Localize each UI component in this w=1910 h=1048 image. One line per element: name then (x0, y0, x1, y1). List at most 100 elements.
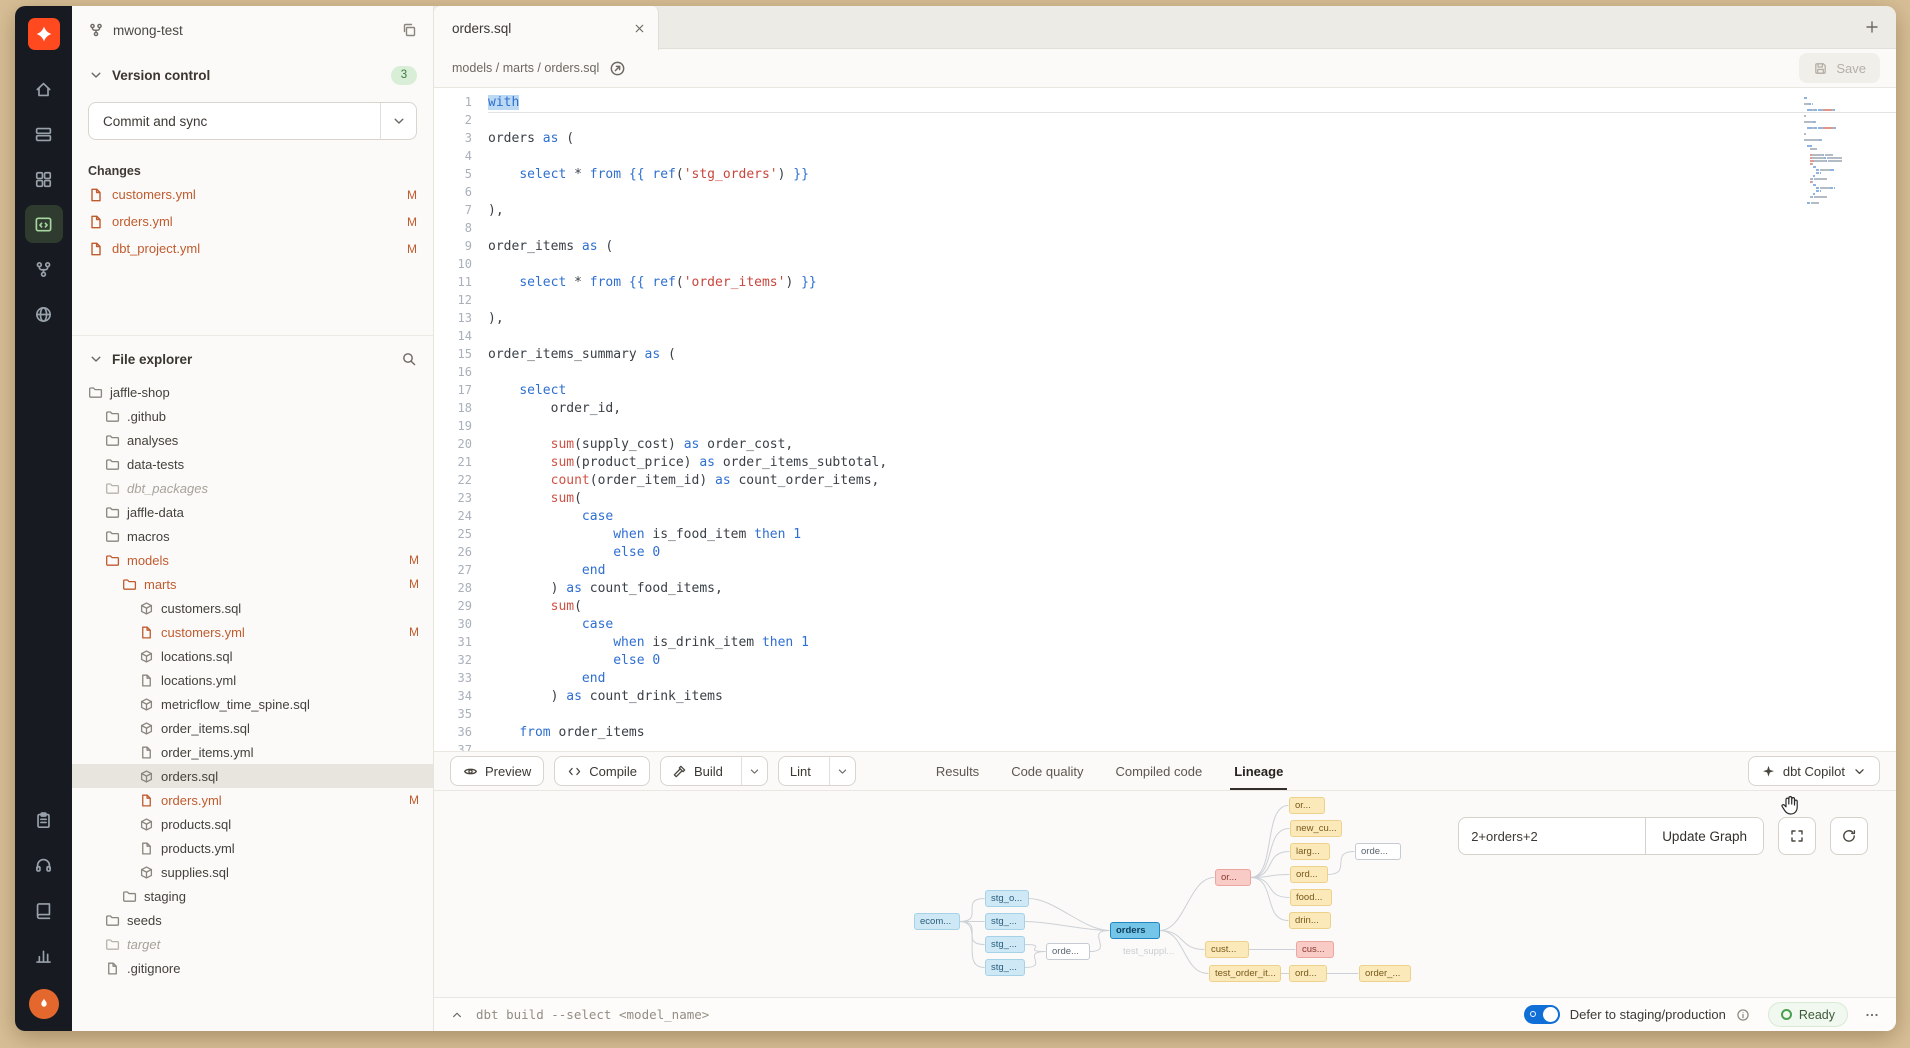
tree-item-models[interactable]: models M (72, 548, 433, 572)
tree-item-staging[interactable]: staging (72, 884, 433, 908)
code-line[interactable] (488, 743, 1896, 751)
command-input[interactable]: dbt build --select <model_name> (476, 1007, 709, 1022)
code-line[interactable] (488, 329, 1896, 347)
code-line[interactable] (488, 113, 1896, 131)
tab-orders-sql[interactable]: orders.sql (434, 6, 659, 50)
code-line[interactable] (488, 707, 1896, 725)
lineage-selector-input[interactable] (1459, 818, 1645, 854)
code-line[interactable]: when is_drink_item then 1 (488, 635, 1896, 653)
lint-button[interactable]: Lint (778, 756, 856, 786)
code-line[interactable] (488, 257, 1896, 275)
lineage-node[interactable]: orde... (1046, 943, 1090, 960)
close-icon[interactable] (633, 22, 646, 35)
code-line[interactable]: select * from {{ ref('order_items') }} (488, 275, 1896, 293)
code-line[interactable]: order_items as ( (488, 239, 1896, 257)
changed-file-row[interactable]: customers.yml M (88, 184, 417, 205)
code-line[interactable]: ), (488, 203, 1896, 221)
code-line[interactable]: case (488, 617, 1896, 635)
lineage-node[interactable]: ord... (1290, 866, 1328, 883)
panel-tab-results[interactable]: Results (920, 752, 995, 790)
lineage-node[interactable]: cust... (1205, 941, 1249, 958)
tree-item-supplies-sql[interactable]: supplies.sql (72, 860, 433, 884)
minimap[interactable] (1804, 97, 1880, 208)
compile-button[interactable]: Compile (554, 756, 650, 786)
lineage-node[interactable]: or... (1215, 869, 1251, 886)
code-line[interactable]: end (488, 671, 1896, 689)
tree-item-jaffle-shop[interactable]: jaffle-shop (72, 380, 433, 404)
code-editor[interactable]: 1234567891011121314151617181920212223242… (434, 88, 1896, 751)
commit-and-sync-button[interactable]: Commit and sync (88, 102, 417, 140)
home-icon[interactable] (25, 70, 63, 108)
lineage-node[interactable]: orde... (1355, 843, 1401, 860)
preview-button[interactable]: Preview (450, 756, 544, 786)
build-options-dropdown[interactable] (741, 757, 767, 785)
tree-item-macros[interactable]: macros (72, 524, 433, 548)
more-options-button[interactable] (1864, 1007, 1880, 1023)
refresh-button[interactable] (1830, 817, 1868, 855)
copy-icon[interactable] (401, 22, 417, 38)
lineage-node[interactable]: cus... (1296, 941, 1334, 958)
tree-item-order-items-sql[interactable]: order_items.sql (72, 716, 433, 740)
lineage-node[interactable]: test_order_it... (1209, 965, 1281, 982)
tree-item-orders-sql[interactable]: orders.sql (72, 764, 433, 788)
lineage-node[interactable]: ecom... (914, 913, 960, 930)
panel-tab-compiled-code[interactable]: Compiled code (1099, 752, 1218, 790)
tree-item-orders-yml[interactable]: orders.yml M (72, 788, 433, 812)
code-line[interactable]: else 0 (488, 545, 1896, 563)
code-line[interactable]: when is_food_item then 1 (488, 527, 1896, 545)
grid-icon[interactable] (25, 160, 63, 198)
lineage-node[interactable]: ord... (1289, 965, 1327, 982)
lineage-node[interactable]: larg... (1290, 843, 1330, 860)
code-line[interactable]: end (488, 563, 1896, 581)
code-line[interactable]: with (488, 95, 1896, 113)
update-graph-button[interactable]: Update Graph (1645, 818, 1763, 854)
code-line[interactable] (488, 221, 1896, 239)
lineage-node[interactable]: stg_o... (985, 890, 1029, 907)
tree-item-locations-sql[interactable]: locations.sql (72, 644, 433, 668)
changed-file-row[interactable]: orders.yml M (88, 211, 417, 232)
panel-tab-code-quality[interactable]: Code quality (995, 752, 1099, 790)
user-avatar[interactable] (29, 989, 59, 1019)
headset-icon[interactable] (25, 846, 63, 884)
info-icon[interactable] (1736, 1008, 1750, 1022)
tree-item-marts[interactable]: marts M (72, 572, 433, 596)
tree-item-order-items-yml[interactable]: order_items.yml (72, 740, 433, 764)
code-line[interactable]: sum( (488, 491, 1896, 509)
code-content[interactable]: withorders as ( select * from {{ ref('st… (488, 88, 1896, 751)
changed-file-row[interactable]: dbt_project.yml M (88, 238, 417, 259)
tree-item-target[interactable]: target (72, 932, 433, 956)
code-line[interactable] (488, 149, 1896, 167)
code-line[interactable]: ) as count_drink_items (488, 689, 1896, 707)
code-line[interactable]: ), (488, 311, 1896, 329)
tree-item-data-tests[interactable]: data-tests (72, 452, 433, 476)
code-line[interactable]: count(order_item_id) as count_order_item… (488, 473, 1896, 491)
book-icon[interactable] (25, 891, 63, 929)
open-lineage-icon[interactable] (609, 60, 626, 77)
panel-tab-lineage[interactable]: Lineage (1218, 752, 1299, 790)
lineage-node[interactable]: new_cu... (1290, 820, 1342, 837)
code-line[interactable]: else 0 (488, 653, 1896, 671)
code-line[interactable]: from order_items (488, 725, 1896, 743)
lineage-node[interactable]: stg_... (985, 913, 1025, 930)
lineage-node[interactable]: stg_... (985, 959, 1025, 976)
code-line[interactable]: sum(product_price) as order_items_subtot… (488, 455, 1896, 473)
lineage-node[interactable]: or... (1289, 797, 1325, 814)
save-button[interactable]: Save (1799, 53, 1880, 83)
expand-command-bar-button[interactable] (450, 1008, 464, 1022)
tree-item-dbt-packages[interactable]: dbt_packages (72, 476, 433, 500)
lint-options-dropdown[interactable] (829, 757, 855, 785)
globe-icon[interactable] (25, 295, 63, 333)
dbt-logo[interactable] (28, 18, 60, 50)
build-button[interactable]: Build (660, 756, 768, 786)
tree-item--gitignore[interactable]: .gitignore (72, 956, 433, 980)
lineage-node[interactable]: order_... (1359, 965, 1411, 982)
code-line[interactable]: order_id, (488, 401, 1896, 419)
lineage-node[interactable]: orders (1110, 922, 1160, 939)
chart-icon[interactable] (25, 936, 63, 974)
dbt-copilot-button[interactable]: dbt Copilot (1748, 756, 1880, 786)
tree-item-locations-yml[interactable]: locations.yml (72, 668, 433, 692)
tree-item-metricflow-time-spine-sql[interactable]: metricflow_time_spine.sql (72, 692, 433, 716)
code-line[interactable] (488, 293, 1896, 311)
code-line[interactable]: ) as count_food_items, (488, 581, 1896, 599)
lineage-node[interactable]: drin... (1289, 912, 1331, 929)
